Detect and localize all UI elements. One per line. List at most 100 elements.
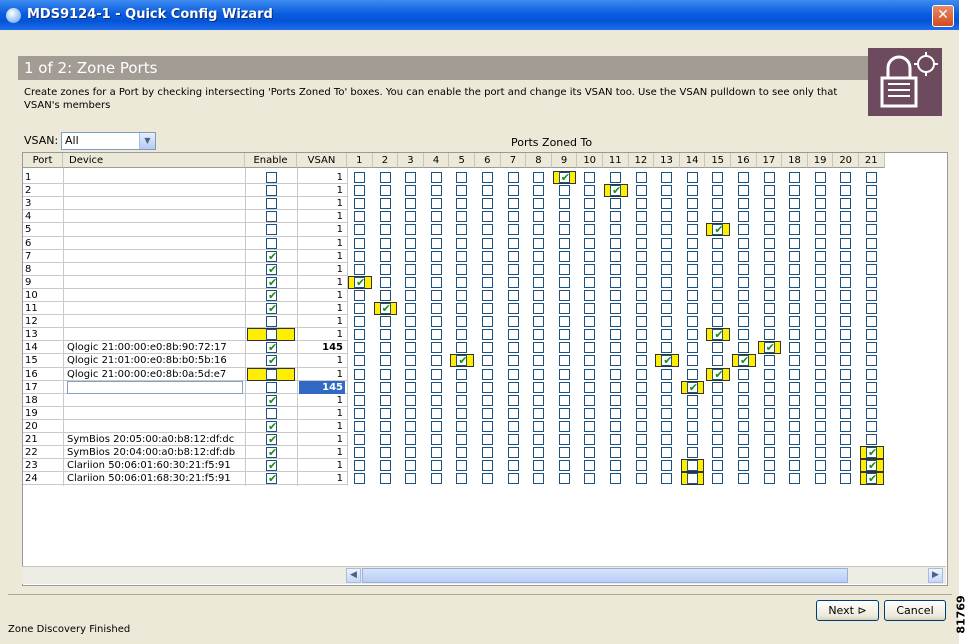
zone-checkbox[interactable] xyxy=(558,434,570,445)
zone-checkbox[interactable] xyxy=(354,172,365,183)
zone-checkbox[interactable] xyxy=(584,185,596,197)
zone-checkbox[interactable] xyxy=(712,172,724,183)
zone-checkbox[interactable] xyxy=(686,473,698,485)
zone-checkbox[interactable] xyxy=(430,368,442,380)
zone-checkbox[interactable] xyxy=(379,394,391,406)
enable-checkbox[interactable] xyxy=(266,407,277,419)
vsan-cell[interactable]: 1 xyxy=(299,394,345,407)
zone-checkbox[interactable] xyxy=(866,185,877,197)
zone-checkbox[interactable] xyxy=(763,185,775,197)
zone-checkbox[interactable] xyxy=(584,172,596,183)
scroll-thumb[interactable] xyxy=(362,568,848,583)
zone-checkbox[interactable] xyxy=(558,394,570,406)
zone-checkbox[interactable] xyxy=(866,276,877,288)
zone-checkbox[interactable] xyxy=(354,342,365,354)
zone-checkbox[interactable] xyxy=(584,237,596,249)
zone-checkbox[interactable] xyxy=(507,355,519,367)
zone-checkbox[interactable] xyxy=(354,355,365,367)
zone-checkbox[interactable] xyxy=(789,460,801,472)
zone-checkbox[interactable] xyxy=(430,276,442,288)
zone-checkbox[interactable] xyxy=(738,460,749,472)
zone-checkbox[interactable] xyxy=(354,198,365,210)
zone-checkbox[interactable] xyxy=(661,263,673,275)
zone-column-header[interactable]: 7 xyxy=(500,153,527,168)
zone-checkbox[interactable] xyxy=(866,316,877,328)
zone-checkbox[interactable] xyxy=(610,198,621,210)
zone-checkbox[interactable] xyxy=(738,473,749,485)
enable-checkbox[interactable] xyxy=(266,198,277,210)
zone-checkbox[interactable] xyxy=(405,289,417,301)
zone-checkbox[interactable] xyxy=(482,276,493,288)
zone-checkbox[interactable] xyxy=(712,237,724,249)
enable-checkbox[interactable]: ✔ xyxy=(266,420,277,433)
zone-checkbox[interactable] xyxy=(430,342,442,354)
zone-checkbox[interactable] xyxy=(456,211,468,223)
zone-column-header[interactable]: 8 xyxy=(526,153,552,168)
zone-checkbox[interactable] xyxy=(482,368,493,380)
zone-checkbox[interactable] xyxy=(456,289,468,301)
zone-checkbox[interactable] xyxy=(789,289,801,301)
zone-checkbox[interactable] xyxy=(866,289,877,301)
vsan-cell[interactable]: 1 xyxy=(299,420,345,433)
zone-checkbox[interactable] xyxy=(430,211,442,223)
zone-checkbox[interactable] xyxy=(482,289,493,301)
zone-checkbox[interactable] xyxy=(686,434,698,445)
zone-checkbox[interactable] xyxy=(789,407,801,419)
zone-column-header[interactable]: 12 xyxy=(628,153,655,168)
zone-checkbox[interactable] xyxy=(533,316,545,328)
zone-checkbox[interactable] xyxy=(610,211,621,223)
zone-checkbox[interactable] xyxy=(533,368,545,380)
zone-checkbox[interactable] xyxy=(430,303,442,314)
zone-checkbox[interactable] xyxy=(814,394,826,406)
horizontal-scrollbar[interactable]: ◀ ▶ xyxy=(22,566,946,584)
zone-checkbox[interactable] xyxy=(456,381,468,393)
zone-checkbox[interactable] xyxy=(763,237,775,249)
zone-checkbox[interactable]: ✔ xyxy=(712,223,724,236)
zone-checkbox[interactable] xyxy=(405,211,417,223)
zone-checkbox[interactable] xyxy=(610,224,621,236)
zone-checkbox[interactable] xyxy=(430,407,442,419)
zone-checkbox[interactable] xyxy=(712,355,724,367)
zone-checkbox[interactable] xyxy=(354,473,365,485)
zone-checkbox[interactable] xyxy=(584,355,596,367)
zone-checkbox[interactable] xyxy=(507,368,519,380)
zone-checkbox[interactable] xyxy=(840,394,852,406)
zone-checkbox[interactable] xyxy=(405,263,417,275)
zone-checkbox[interactable] xyxy=(354,381,365,393)
zone-checkbox[interactable] xyxy=(686,250,698,262)
zone-column-header[interactable]: 10 xyxy=(577,153,603,168)
zone-checkbox[interactable] xyxy=(610,407,621,419)
zone-checkbox[interactable] xyxy=(558,198,570,210)
zone-checkbox[interactable] xyxy=(814,342,826,354)
vsan-cell[interactable]: 1 xyxy=(299,171,345,184)
zone-checkbox[interactable] xyxy=(507,460,519,472)
zone-checkbox[interactable] xyxy=(558,447,570,459)
zone-checkbox[interactable] xyxy=(738,407,749,419)
zone-checkbox[interactable] xyxy=(584,447,596,459)
zone-checkbox[interactable] xyxy=(507,329,519,341)
zone-checkbox[interactable] xyxy=(379,263,391,275)
zone-checkbox[interactable] xyxy=(712,460,724,472)
zone-checkbox[interactable] xyxy=(558,473,570,485)
zone-checkbox[interactable] xyxy=(635,355,647,367)
zone-checkbox[interactable] xyxy=(840,237,852,249)
zone-checkbox[interactable] xyxy=(686,303,698,314)
zone-checkbox[interactable] xyxy=(405,407,417,419)
zone-checkbox[interactable] xyxy=(738,198,749,210)
zone-column-header[interactable]: 17 xyxy=(756,153,783,168)
zone-checkbox[interactable] xyxy=(712,303,724,314)
zone-checkbox[interactable] xyxy=(430,381,442,393)
zone-checkbox[interactable] xyxy=(379,329,391,341)
enable-checkbox[interactable] xyxy=(266,368,277,380)
zone-checkbox[interactable] xyxy=(866,224,877,236)
zone-checkbox[interactable]: ✔ xyxy=(866,472,877,485)
zone-checkbox[interactable] xyxy=(686,263,698,275)
zone-checkbox[interactable] xyxy=(840,368,852,380)
zone-checkbox[interactable] xyxy=(482,250,493,262)
device-cell[interactable] xyxy=(67,302,243,315)
zone-checkbox[interactable] xyxy=(738,276,749,288)
zone-column-header[interactable]: 4 xyxy=(423,153,450,168)
device-cell[interactable]: Clariion 50:06:01:68:30:21:f5:91 xyxy=(67,472,243,485)
zone-checkbox[interactable] xyxy=(738,420,749,432)
zone-checkbox[interactable] xyxy=(686,394,698,406)
